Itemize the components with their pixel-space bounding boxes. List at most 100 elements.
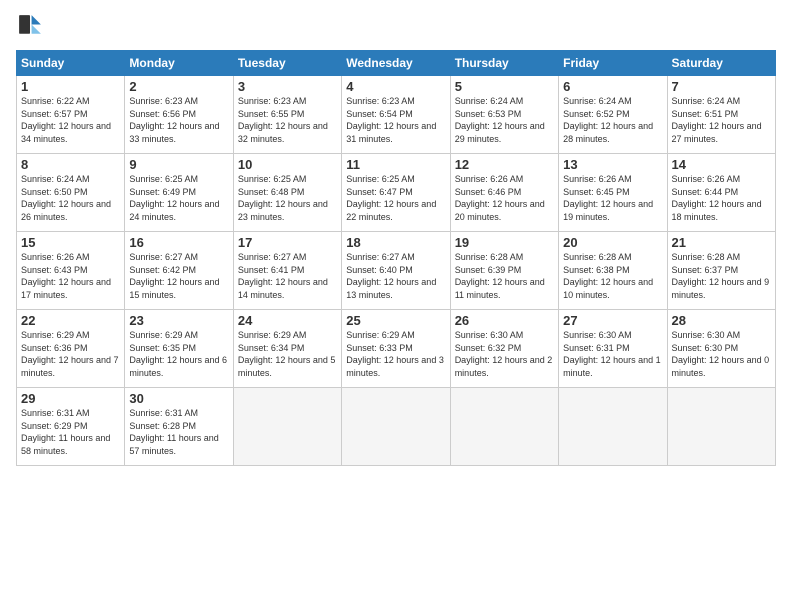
calendar-cell: 12Sunrise: 6:26 AMSunset: 6:46 PMDayligh… [450,154,558,232]
calendar-cell: 26Sunrise: 6:30 AMSunset: 6:32 PMDayligh… [450,310,558,388]
day-number: 4 [346,79,445,94]
day-number: 20 [563,235,662,250]
cell-info: Sunrise: 6:30 AMSunset: 6:31 PMDaylight:… [563,329,662,379]
day-number: 6 [563,79,662,94]
cell-info: Sunrise: 6:26 AMSunset: 6:46 PMDaylight:… [455,173,554,223]
week-row-3: 15Sunrise: 6:26 AMSunset: 6:43 PMDayligh… [17,232,776,310]
day-number: 14 [672,157,771,172]
week-row-2: 8Sunrise: 6:24 AMSunset: 6:50 PMDaylight… [17,154,776,232]
calendar-cell: 20Sunrise: 6:28 AMSunset: 6:38 PMDayligh… [559,232,667,310]
cell-info: Sunrise: 6:30 AMSunset: 6:30 PMDaylight:… [672,329,771,379]
day-number: 13 [563,157,662,172]
cell-info: Sunrise: 6:31 AMSunset: 6:28 PMDaylight:… [129,407,228,457]
header-cell-friday: Friday [559,51,667,76]
day-number: 30 [129,391,228,406]
calendar-cell: 15Sunrise: 6:26 AMSunset: 6:43 PMDayligh… [17,232,125,310]
cell-info: Sunrise: 6:29 AMSunset: 6:33 PMDaylight:… [346,329,445,379]
week-row-1: 1Sunrise: 6:22 AMSunset: 6:57 PMDaylight… [17,76,776,154]
calendar-cell: 8Sunrise: 6:24 AMSunset: 6:50 PMDaylight… [17,154,125,232]
cell-info: Sunrise: 6:29 AMSunset: 6:35 PMDaylight:… [129,329,228,379]
cell-info: Sunrise: 6:26 AMSunset: 6:44 PMDaylight:… [672,173,771,223]
day-number: 19 [455,235,554,250]
calendar-table: SundayMondayTuesdayWednesdayThursdayFrid… [16,50,776,466]
header-cell-monday: Monday [125,51,233,76]
day-number: 8 [21,157,120,172]
cell-info: Sunrise: 6:25 AMSunset: 6:47 PMDaylight:… [346,173,445,223]
cell-info: Sunrise: 6:29 AMSunset: 6:34 PMDaylight:… [238,329,337,379]
day-number: 16 [129,235,228,250]
day-number: 12 [455,157,554,172]
day-number: 25 [346,313,445,328]
day-number: 26 [455,313,554,328]
calendar-cell: 4Sunrise: 6:23 AMSunset: 6:54 PMDaylight… [342,76,450,154]
day-number: 24 [238,313,337,328]
cell-info: Sunrise: 6:24 AMSunset: 6:52 PMDaylight:… [563,95,662,145]
calendar-cell [342,388,450,466]
header-row: SundayMondayTuesdayWednesdayThursdayFrid… [17,51,776,76]
calendar-cell: 27Sunrise: 6:30 AMSunset: 6:31 PMDayligh… [559,310,667,388]
day-number: 5 [455,79,554,94]
header-cell-tuesday: Tuesday [233,51,341,76]
day-number: 17 [238,235,337,250]
calendar-cell: 21Sunrise: 6:28 AMSunset: 6:37 PMDayligh… [667,232,775,310]
cell-info: Sunrise: 6:28 AMSunset: 6:38 PMDaylight:… [563,251,662,301]
cell-info: Sunrise: 6:30 AMSunset: 6:32 PMDaylight:… [455,329,554,379]
cell-info: Sunrise: 6:31 AMSunset: 6:29 PMDaylight:… [21,407,120,457]
day-number: 1 [21,79,120,94]
calendar-cell: 16Sunrise: 6:27 AMSunset: 6:42 PMDayligh… [125,232,233,310]
header-cell-sunday: Sunday [17,51,125,76]
calendar-cell: 30Sunrise: 6:31 AMSunset: 6:28 PMDayligh… [125,388,233,466]
calendar-cell: 9Sunrise: 6:25 AMSunset: 6:49 PMDaylight… [125,154,233,232]
calendar-cell: 5Sunrise: 6:24 AMSunset: 6:53 PMDaylight… [450,76,558,154]
calendar-cell: 23Sunrise: 6:29 AMSunset: 6:35 PMDayligh… [125,310,233,388]
calendar-cell: 2Sunrise: 6:23 AMSunset: 6:56 PMDaylight… [125,76,233,154]
day-number: 15 [21,235,120,250]
week-row-4: 22Sunrise: 6:29 AMSunset: 6:36 PMDayligh… [17,310,776,388]
calendar-body: 1Sunrise: 6:22 AMSunset: 6:57 PMDaylight… [17,76,776,466]
cell-info: Sunrise: 6:28 AMSunset: 6:39 PMDaylight:… [455,251,554,301]
cell-info: Sunrise: 6:23 AMSunset: 6:56 PMDaylight:… [129,95,228,145]
day-number: 28 [672,313,771,328]
cell-info: Sunrise: 6:23 AMSunset: 6:55 PMDaylight:… [238,95,337,145]
calendar-cell: 6Sunrise: 6:24 AMSunset: 6:52 PMDaylight… [559,76,667,154]
cell-info: Sunrise: 6:22 AMSunset: 6:57 PMDaylight:… [21,95,120,145]
calendar-cell: 19Sunrise: 6:28 AMSunset: 6:39 PMDayligh… [450,232,558,310]
calendar-cell: 25Sunrise: 6:29 AMSunset: 6:33 PMDayligh… [342,310,450,388]
calendar-cell: 29Sunrise: 6:31 AMSunset: 6:29 PMDayligh… [17,388,125,466]
cell-info: Sunrise: 6:26 AMSunset: 6:45 PMDaylight:… [563,173,662,223]
header-cell-thursday: Thursday [450,51,558,76]
week-row-5: 29Sunrise: 6:31 AMSunset: 6:29 PMDayligh… [17,388,776,466]
day-number: 22 [21,313,120,328]
cell-info: Sunrise: 6:24 AMSunset: 6:50 PMDaylight:… [21,173,120,223]
day-number: 3 [238,79,337,94]
cell-info: Sunrise: 6:28 AMSunset: 6:37 PMDaylight:… [672,251,771,301]
day-number: 29 [21,391,120,406]
calendar-cell [559,388,667,466]
cell-info: Sunrise: 6:29 AMSunset: 6:36 PMDaylight:… [21,329,120,379]
cell-info: Sunrise: 6:25 AMSunset: 6:48 PMDaylight:… [238,173,337,223]
header-cell-wednesday: Wednesday [342,51,450,76]
cell-info: Sunrise: 6:27 AMSunset: 6:42 PMDaylight:… [129,251,228,301]
day-number: 7 [672,79,771,94]
page-container: SundayMondayTuesdayWednesdayThursdayFrid… [0,0,792,478]
cell-info: Sunrise: 6:24 AMSunset: 6:51 PMDaylight:… [672,95,771,145]
day-number: 21 [672,235,771,250]
header-cell-saturday: Saturday [667,51,775,76]
calendar-cell: 17Sunrise: 6:27 AMSunset: 6:41 PMDayligh… [233,232,341,310]
day-number: 10 [238,157,337,172]
calendar-cell: 7Sunrise: 6:24 AMSunset: 6:51 PMDaylight… [667,76,775,154]
calendar-header: SundayMondayTuesdayWednesdayThursdayFrid… [17,51,776,76]
cell-info: Sunrise: 6:26 AMSunset: 6:43 PMDaylight:… [21,251,120,301]
cell-info: Sunrise: 6:25 AMSunset: 6:49 PMDaylight:… [129,173,228,223]
logo-icon [16,12,44,40]
calendar-cell: 24Sunrise: 6:29 AMSunset: 6:34 PMDayligh… [233,310,341,388]
calendar-cell: 18Sunrise: 6:27 AMSunset: 6:40 PMDayligh… [342,232,450,310]
cell-info: Sunrise: 6:27 AMSunset: 6:40 PMDaylight:… [346,251,445,301]
calendar-cell [233,388,341,466]
calendar-cell: 13Sunrise: 6:26 AMSunset: 6:45 PMDayligh… [559,154,667,232]
day-number: 11 [346,157,445,172]
calendar-cell: 3Sunrise: 6:23 AMSunset: 6:55 PMDaylight… [233,76,341,154]
calendar-cell [450,388,558,466]
day-number: 9 [129,157,228,172]
calendar-cell: 14Sunrise: 6:26 AMSunset: 6:44 PMDayligh… [667,154,775,232]
